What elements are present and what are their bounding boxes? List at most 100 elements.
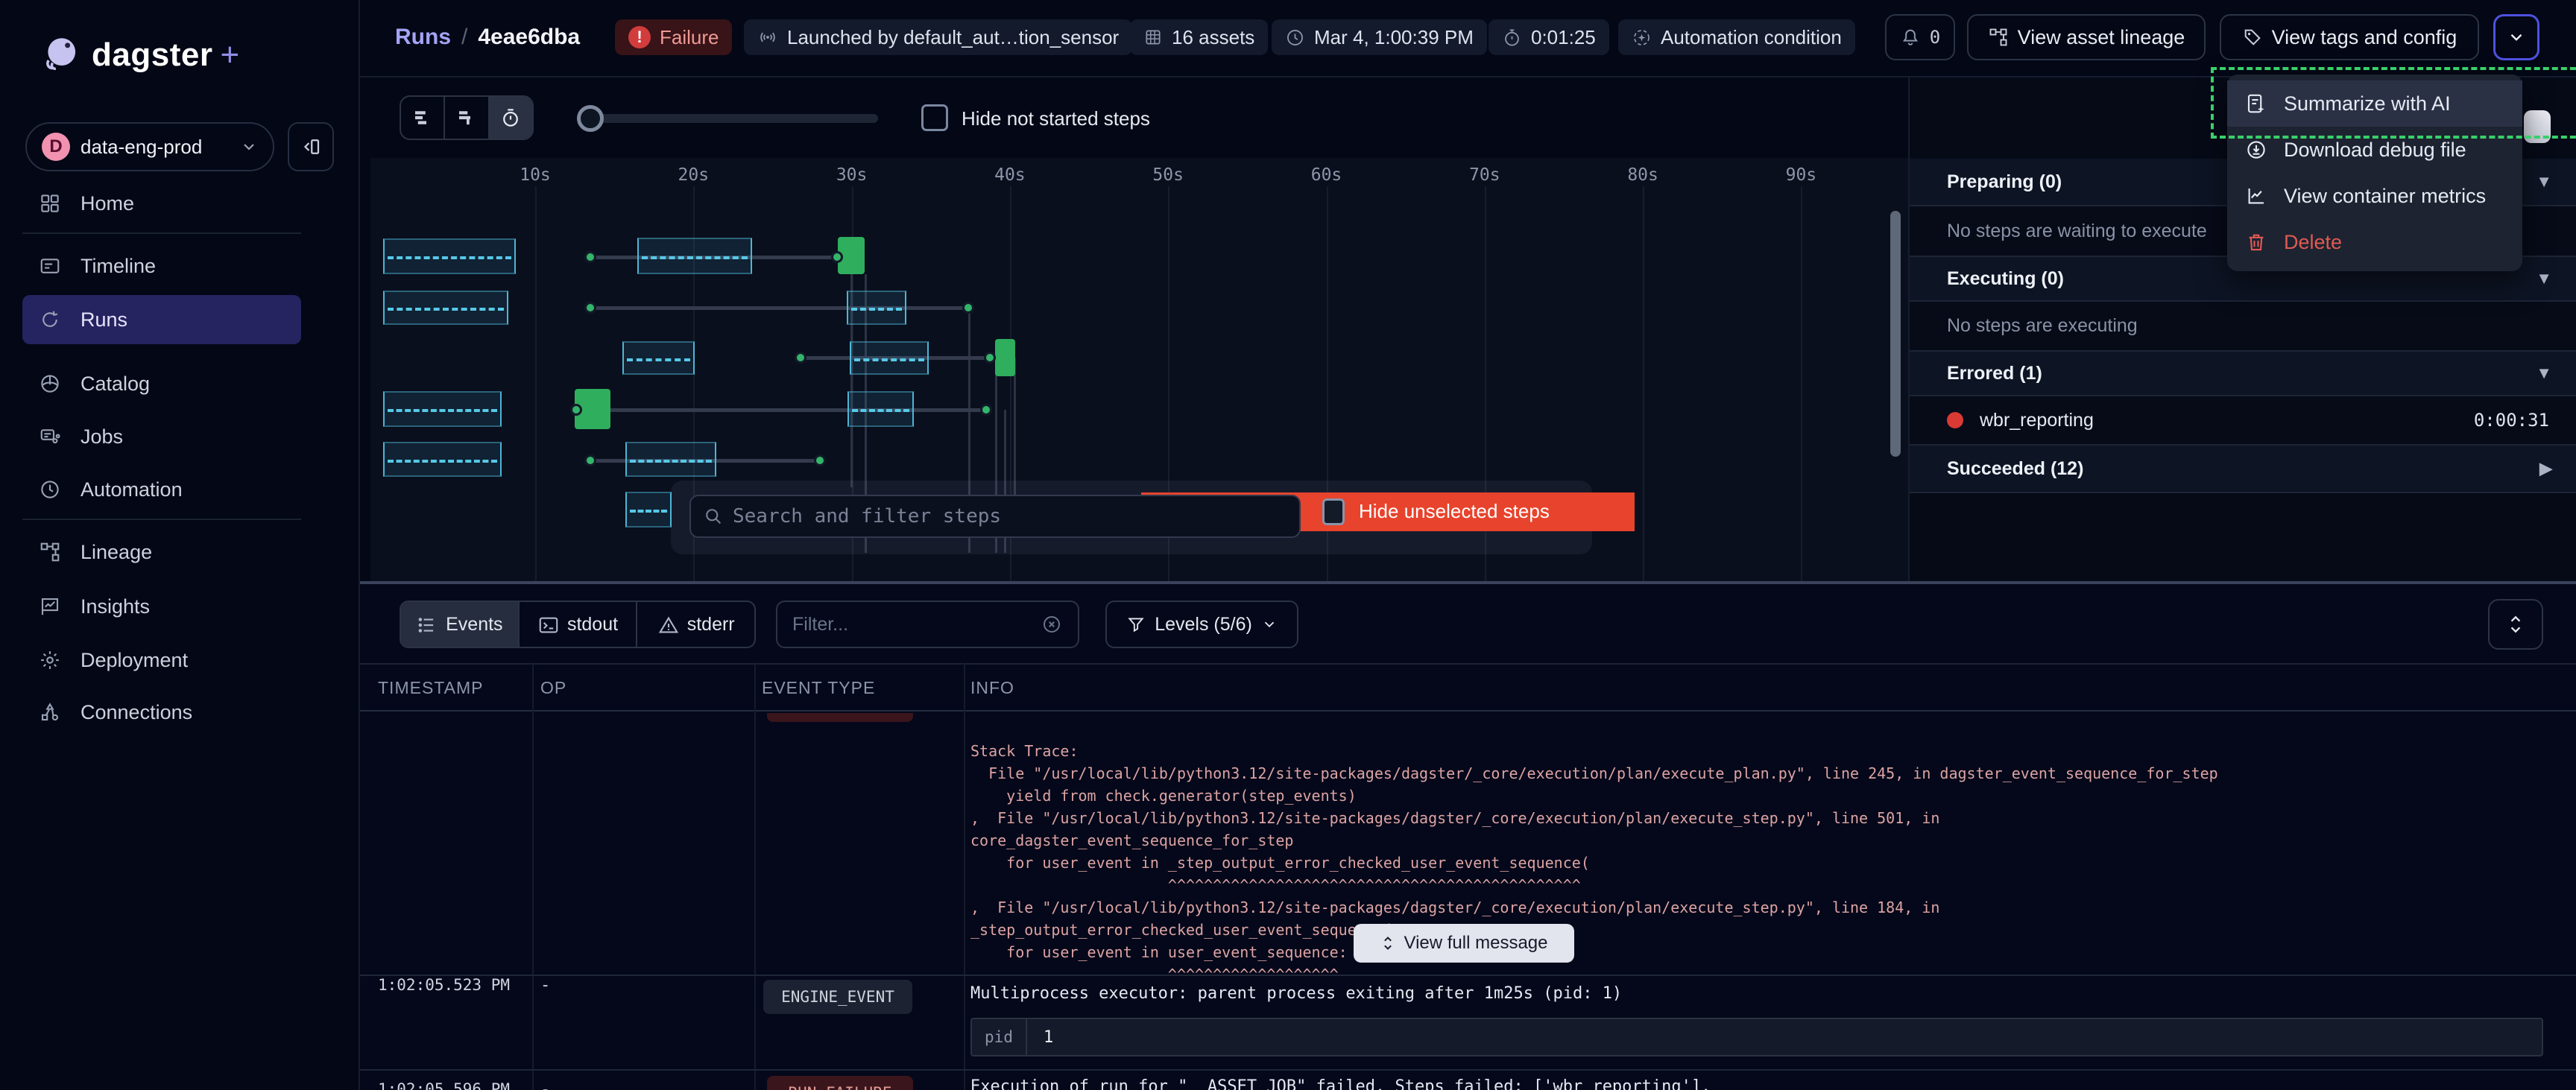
queued-step-box[interactable]: [625, 442, 716, 477]
expand-collapse-icon: [2506, 612, 2525, 637]
launched-by-tag[interactable]: Launched by default_aut…tion_sensor: [744, 19, 1132, 55]
chevron-down-icon[interactable]: ▼: [2536, 269, 2552, 288]
clear-filter-icon[interactable]: [1041, 613, 1063, 636]
stopwatch-icon: [1502, 28, 1522, 48]
levels-dropdown[interactable]: Levels (5/6): [1105, 601, 1298, 648]
logo-text: dagster: [92, 37, 212, 74]
chevron-down-icon[interactable]: ▼: [2536, 172, 2552, 191]
queued-step-box[interactable]: [383, 238, 516, 274]
step-marker: [814, 454, 826, 466]
chevron-down-icon[interactable]: ▼: [2536, 364, 2552, 383]
collapse-sidebar-button[interactable]: [288, 122, 334, 171]
event-metadata-table: pid 1: [970, 1018, 2543, 1056]
axis-tick-label: 20s: [678, 165, 710, 185]
step-search-input[interactable]: Search and filter steps: [689, 495, 1301, 538]
waterfall-icon: [455, 107, 478, 129]
gantt-vertical-scrollbar[interactable]: [1890, 211, 1901, 457]
row-label: Executing (0): [1947, 268, 2064, 290]
timeline-icon: [39, 255, 61, 277]
queued-step-box[interactable]: [850, 341, 929, 375]
metadata-key: pid: [972, 1019, 1027, 1055]
queued-step-box[interactable]: [383, 291, 508, 325]
workspace-label: data-eng-prod: [80, 136, 202, 159]
workspace-switcher[interactable]: D data-eng-prod: [25, 122, 274, 171]
step-marker: [584, 302, 596, 314]
tab-stdout[interactable]: stdout: [520, 602, 638, 647]
sidebar-item-deployment[interactable]: Deployment: [22, 636, 301, 685]
step-row[interactable]: wbr_reporting0:00:31: [1910, 396, 2576, 446]
steps-section-header[interactable]: Errored (1)▼: [1910, 352, 2576, 396]
sidebar-item-label: Insights: [80, 595, 150, 618]
sidebar-item-label: Deployment: [80, 649, 188, 672]
log-filter-placeholder: Filter...: [792, 614, 1032, 636]
sensor-icon: [757, 27, 778, 48]
sidebar-item-catalog[interactable]: Catalog: [22, 359, 301, 408]
menu-item-view-container-metrics[interactable]: View container metrics: [2227, 173, 2522, 219]
queued-step-box[interactable]: [847, 291, 906, 325]
notifications-count: 0: [1930, 27, 1940, 48]
slider-thumb[interactable]: [577, 105, 604, 132]
assets-tag[interactable]: 16 assets: [1130, 19, 1268, 55]
breadcrumb-runs-link[interactable]: Runs: [395, 25, 451, 49]
step-marker: [831, 251, 843, 263]
sidebar-item-timeline[interactable]: Timeline: [22, 241, 301, 291]
gantt-flat-view-button[interactable]: [401, 97, 445, 139]
queued-step-box[interactable]: [622, 341, 695, 375]
axis-tick-label: 80s: [1627, 165, 1658, 185]
automation-condition-label: Automation condition: [1661, 26, 1842, 49]
expand-log-panel-button[interactable]: [2488, 599, 2543, 650]
hide-unselected-checkbox[interactable]: [1322, 498, 1345, 525]
col-info: INFO: [970, 678, 1014, 698]
queued-step-box[interactable]: [383, 391, 502, 427]
succeeded-step-bar[interactable]: [995, 339, 1015, 376]
queued-step-box[interactable]: [847, 391, 914, 427]
insights-icon: [39, 595, 61, 618]
col-timestamp: TIMESTAMP: [378, 678, 483, 698]
menu-item-delete[interactable]: Delete: [2227, 219, 2522, 265]
menu-item-summarize-with-ai[interactable]: Summarize with AI: [2227, 80, 2522, 127]
chevron-down-icon: [240, 138, 258, 156]
queued-step-box[interactable]: [637, 238, 752, 274]
dagster-octopus-icon: [40, 34, 81, 76]
steps-section-header[interactable]: Succeeded (12)▶: [1910, 446, 2576, 493]
run-actions-menu-button[interactable]: [2493, 14, 2539, 60]
sidebar-item-runs[interactable]: Runs: [22, 295, 301, 344]
chevron-right-icon[interactable]: ▶: [2539, 459, 2552, 478]
view-tags-config-button[interactable]: View tags and config: [2220, 14, 2479, 60]
sidebar-item-automation[interactable]: Automation: [22, 465, 301, 514]
axis-tick-label: 40s: [994, 165, 1026, 185]
col-event-type: EVENT TYPE: [762, 678, 875, 698]
menu-item-label: View container metrics: [2284, 185, 2486, 208]
tab-events[interactable]: Events: [401, 602, 520, 647]
step-marker: [795, 352, 806, 364]
obscured-button-sliver: [2524, 110, 2551, 143]
workspace-avatar: D: [42, 133, 70, 161]
sidebar-item-lineage[interactable]: Lineage: [22, 527, 301, 577]
col-op: OP: [540, 678, 566, 698]
queued-step-box[interactable]: [383, 442, 502, 477]
view-asset-lineage-button[interactable]: View asset lineage: [1967, 14, 2206, 60]
deployment-icon: [39, 649, 61, 671]
gantt-timed-view-button[interactable]: [490, 97, 532, 139]
automation-condition-tag[interactable]: Automation condition: [1618, 19, 1855, 55]
queued-step-box[interactable]: [625, 492, 672, 527]
notifications-button[interactable]: 0: [1885, 14, 1955, 60]
chevron-down-icon: [1261, 616, 1278, 633]
event-info: Multiprocess executor: parent process ex…: [970, 984, 1622, 1003]
sidebar-item-home[interactable]: Home: [22, 179, 301, 228]
view-tags-config-label: View tags and config: [2272, 26, 2457, 49]
tab-stderr[interactable]: stderr: [637, 602, 754, 647]
sidebar-item-insights[interactable]: Insights: [22, 582, 301, 631]
hide-not-started-checkbox[interactable]: [921, 104, 948, 131]
sidebar-item-jobs[interactable]: Jobs: [22, 412, 301, 461]
status-badge: ! Failure: [615, 19, 732, 55]
gantt-waterfall-view-button[interactable]: [445, 97, 489, 139]
events-panel: Eventsstdoutstderr Filter... Levels (5/6…: [360, 584, 2576, 1090]
sidebar-item-connections[interactable]: Connections: [22, 688, 301, 737]
gantt-zoom-slider[interactable]: [578, 114, 878, 123]
row-label: Preparing (0): [1947, 171, 2062, 193]
view-full-message-button[interactable]: View full message: [1354, 924, 1574, 963]
metadata-value: 1: [1027, 1028, 1053, 1047]
log-filter-input[interactable]: Filter...: [776, 601, 1079, 648]
menu-item-download-debug-file[interactable]: Download debug file: [2227, 127, 2522, 173]
